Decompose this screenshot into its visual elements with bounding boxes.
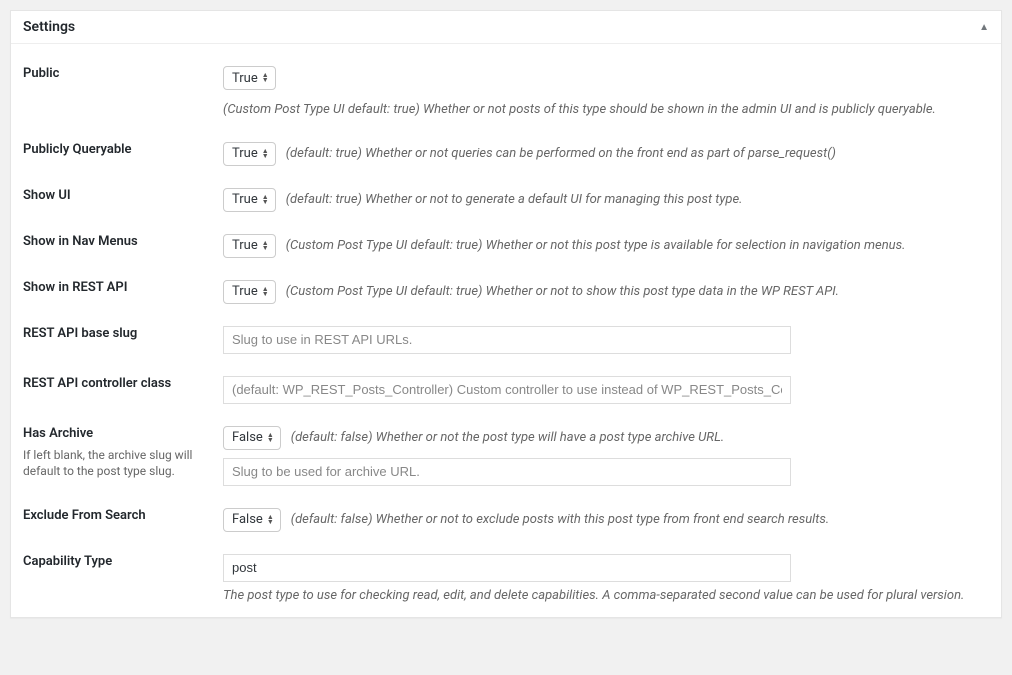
select-show-in-rest[interactable]: True ▲▼ [223,280,276,304]
desc-public: (Custom Post Type UI default: true) Whet… [223,100,936,120]
desc-has-archive: (default: false) Whether or not the post… [291,428,724,448]
settings-panel-title: Settings [23,19,75,35]
select-caret-icon: ▲▼ [262,241,269,251]
field-row-rest-controller-class: REST API controller class [23,354,989,404]
select-caret-icon: ▲▼ [267,433,274,443]
desc-exclude-from-search: (default: false) Whether or not to exclu… [291,510,829,530]
sublabel-has-archive: If left blank, the archive slug will def… [23,447,213,481]
label-show-in-nav-menus: Show in Nav Menus [23,234,213,249]
select-caret-icon: ▲▼ [267,515,274,525]
field-row-publicly-queryable: Publicly Queryable True ▲▼ (default: tru… [23,120,989,166]
select-publicly-queryable[interactable]: True ▲▼ [223,142,276,166]
field-row-show-in-rest: Show in REST API True ▲▼ (Custom Post Ty… [23,258,989,304]
label-show-ui: Show UI [23,188,213,203]
collapse-toggle-icon[interactable]: ▲ [979,22,989,33]
field-row-capability-type: Capability Type The post type to use for… [23,532,989,606]
label-publicly-queryable: Publicly Queryable [23,142,213,157]
select-caret-icon: ▲▼ [262,195,269,205]
field-row-rest-base: REST API base slug [23,304,989,354]
select-public[interactable]: True ▲▼ [223,66,276,90]
label-rest-base: REST API base slug [23,326,213,341]
label-has-archive: Has Archive [23,426,213,441]
label-capability-type: Capability Type [23,554,213,569]
field-row-has-archive: Has Archive If left blank, the archive s… [23,404,989,486]
desc-publicly-queryable: (default: true) Whether or not queries c… [286,144,836,164]
label-show-in-rest: Show in REST API [23,280,213,295]
select-show-ui[interactable]: True ▲▼ [223,188,276,212]
field-row-public: Public True ▲▼ (Custom Post Type UI defa… [23,44,989,120]
label-rest-controller-class: REST API controller class [23,376,213,391]
select-show-in-nav-menus[interactable]: True ▲▼ [223,234,276,258]
settings-panel-header[interactable]: Settings ▲ [11,11,1001,44]
field-row-show-ui: Show UI True ▲▼ (default: true) Whether … [23,166,989,212]
field-row-show-in-nav-menus: Show in Nav Menus True ▲▼ (Custom Post T… [23,212,989,258]
select-caret-icon: ▲▼ [262,287,269,297]
input-rest-controller-class[interactable] [223,376,791,404]
input-rest-base[interactable] [223,326,791,354]
field-row-exclude-from-search: Exclude From Search False ▲▼ (default: f… [23,486,989,532]
desc-show-in-nav-menus: (Custom Post Type UI default: true) Whet… [286,236,906,256]
settings-panel: Settings ▲ Public True ▲▼ (Custom Post T… [10,10,1002,618]
desc-show-ui: (default: true) Whether or not to genera… [286,190,743,210]
label-exclude-from-search: Exclude From Search [23,508,213,523]
select-caret-icon: ▲▼ [262,73,269,83]
desc-capability-type: The post type to use for checking read, … [223,586,989,606]
select-caret-icon: ▲▼ [262,149,269,159]
label-public: Public [23,66,213,81]
input-has-archive-slug[interactable] [223,458,791,486]
desc-show-in-rest: (Custom Post Type UI default: true) Whet… [286,282,839,302]
select-has-archive[interactable]: False ▲▼ [223,426,281,450]
settings-panel-body: Public True ▲▼ (Custom Post Type UI defa… [11,44,1001,617]
select-exclude-from-search[interactable]: False ▲▼ [223,508,281,532]
input-capability-type[interactable] [223,554,791,582]
